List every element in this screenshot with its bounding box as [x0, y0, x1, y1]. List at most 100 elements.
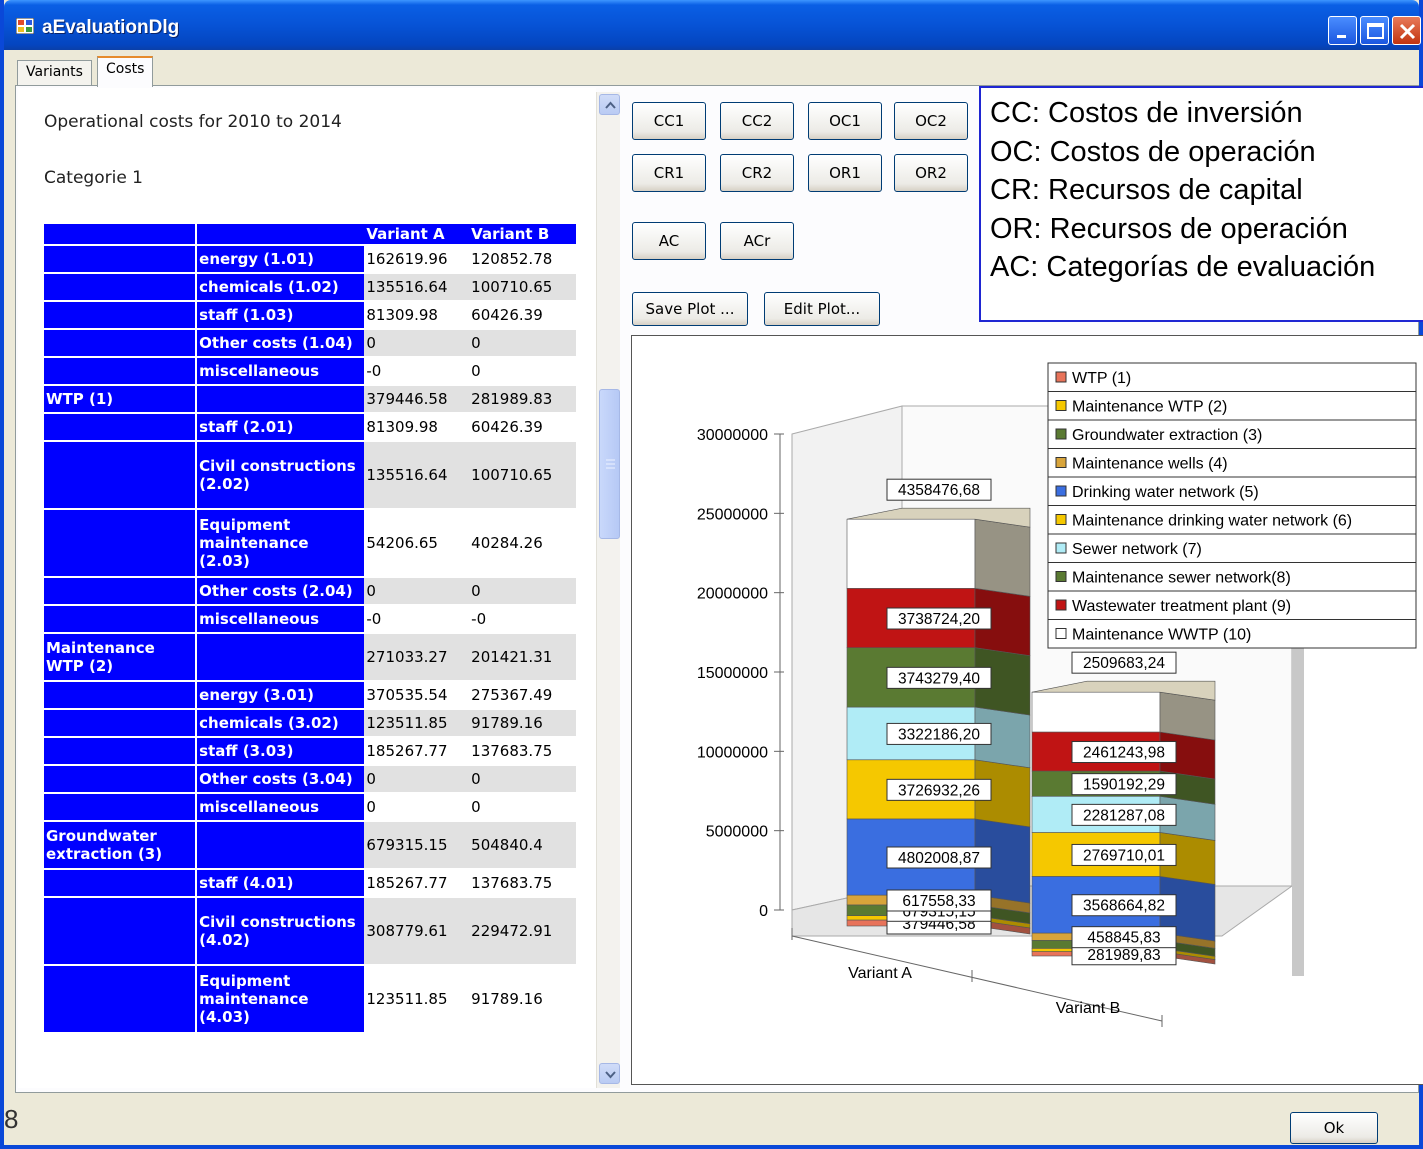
- row-item-cell: miscellaneous: [197, 794, 365, 820]
- row-group-cell: [44, 414, 198, 440]
- legend-swatch: [1055, 485, 1067, 497]
- variant-b-cell: 281989.83: [469, 386, 576, 412]
- variant-a-cell: 370535.54: [366, 686, 448, 704]
- report-heading: Operational costs for 2010 to 2014: [44, 112, 342, 132]
- ok-button[interactable]: Ok: [1290, 1112, 1378, 1144]
- row-group-cell: [44, 710, 198, 736]
- row-group-cell: [44, 966, 198, 1032]
- data-label: 281989,83: [1087, 947, 1160, 964]
- tab-costs[interactable]: Costs: [97, 56, 154, 87]
- table-row: chemicals (1.02) 135516.64 100710.65: [44, 274, 576, 300]
- row-group-cell: [44, 606, 198, 632]
- abbreviation-cc: CC: Costos de inversión: [990, 97, 1303, 129]
- row-item-cell: [197, 386, 365, 412]
- row-item-cell: Equipment maintenance (4.03): [197, 966, 365, 1032]
- row-item-cell: chemicals (1.02): [197, 274, 365, 300]
- row-item-cell: miscellaneous: [197, 606, 365, 632]
- y-tick-label: 30000000: [697, 427, 768, 444]
- edit-plot-button[interactable]: Edit Plot...: [764, 292, 880, 326]
- data-label: 3726932,26: [898, 782, 980, 799]
- variant-a-cell: 81309.98: [366, 418, 438, 436]
- vertical-scrollbar[interactable]: [596, 92, 620, 1088]
- dialog-window: aEvaluationDlg Variants Costs Operationa…: [0, 0, 1423, 1149]
- legend-swatch: [1055, 514, 1067, 525]
- cr2-button[interactable]: CR2: [720, 154, 794, 192]
- costs-report-pane: Operational costs for 2010 to 2014 Categ…: [18, 88, 596, 1088]
- variant-a-cell: 0: [366, 798, 376, 816]
- row-group-cell: [44, 442, 198, 508]
- scroll-down-button[interactable]: [599, 1063, 620, 1084]
- variant-b-cell: 60426.39: [471, 306, 543, 324]
- row-item-cell: staff (1.03): [197, 302, 365, 328]
- variant-a-cell: 379446.58: [364, 386, 470, 412]
- title-bar[interactable]: aEvaluationDlg: [4, 0, 1421, 50]
- variant-a-cell: 162619.96: [366, 250, 448, 268]
- y-tick-label: 10000000: [697, 744, 768, 761]
- row-group-cell: [44, 274, 198, 300]
- variant-a-cell: 185267.77: [366, 742, 448, 760]
- data-label: 4802008,87: [898, 850, 980, 867]
- close-icon: [1399, 23, 1416, 40]
- legend-swatch: [1055, 371, 1067, 383]
- cr1-button[interactable]: CR1: [632, 154, 706, 192]
- category-label: Categorie 1: [44, 168, 143, 188]
- legend-swatch: [1055, 400, 1067, 411]
- abbreviation-oc: OC: Costos de operación: [990, 135, 1316, 168]
- row-item-cell: Civil constructions (4.02): [197, 898, 365, 964]
- table-row: staff (2.01) 81309.98 60426.39: [44, 414, 576, 440]
- data-label: 3738724,20: [898, 611, 980, 628]
- data-label: 2769710,01: [1083, 847, 1165, 864]
- oc2-button[interactable]: OC2: [894, 102, 968, 140]
- variant-a-cell: 135516.64: [364, 274, 470, 300]
- variant-b-cell: -0: [471, 610, 487, 628]
- scroll-thumb[interactable]: [599, 389, 620, 539]
- row-item-cell: [197, 822, 365, 868]
- column-header: [44, 224, 198, 244]
- or2-button[interactable]: OR2: [894, 154, 968, 192]
- stacked-bar-chart: 0 5000000 10000000 15000000 20000000 25000000…: [697, 362, 1417, 1027]
- maximize-button[interactable]: [1360, 16, 1389, 45]
- maximize-icon: [1367, 23, 1384, 39]
- legend-swatch: [1055, 542, 1067, 554]
- legend-swatch: [1055, 457, 1067, 468]
- minimize-button[interactable]: [1328, 16, 1357, 45]
- acr-button[interactable]: ACr: [720, 222, 794, 260]
- cc1-button[interactable]: CC1: [632, 102, 706, 140]
- row-item-cell: [197, 634, 365, 680]
- legend-label: Groundwater extraction (3): [1072, 427, 1262, 444]
- row-group-cell: [44, 302, 198, 328]
- legend-label: Maintenance drinking water network (6): [1072, 513, 1352, 530]
- row-group-cell: [44, 794, 198, 820]
- table-row: Maintenance WTP (2) 271033.27 201421.31: [44, 634, 576, 680]
- variant-a-cell: 271033.27: [364, 634, 470, 680]
- variant-a-cell: -0: [366, 610, 382, 628]
- variant-b-cell: 0: [469, 766, 576, 792]
- cc2-button[interactable]: CC2: [720, 102, 794, 140]
- bar-segment-side: [974, 518, 1031, 597]
- close-button[interactable]: [1392, 16, 1421, 45]
- or1-button[interactable]: OR1: [808, 154, 882, 192]
- costs-table: Variant A Variant B energy (1.01) 162619.…: [44, 222, 576, 1034]
- oc1-button[interactable]: OC1: [808, 102, 882, 140]
- ac-button[interactable]: AC: [632, 222, 706, 260]
- row-group-cell: Groundwater extraction (3): [44, 822, 198, 868]
- abbreviation-ac: AC: Categorías de evaluación: [990, 251, 1376, 283]
- table-row: miscellaneous -0 -0: [44, 606, 576, 632]
- variant-b-cell: 137683.75: [471, 874, 553, 892]
- table-row: energy (1.01) 162619.96 120852.78: [44, 246, 576, 272]
- abbreviation-or: OR: Recursos de operación: [990, 212, 1348, 245]
- save-plot-button[interactable]: Save Plot ...: [632, 292, 748, 326]
- chevron-up-icon: [605, 101, 616, 109]
- variant-b-cell: 0: [469, 578, 576, 604]
- legend-swatch: [1055, 571, 1067, 582]
- column-header-variant-a: Variant A: [364, 224, 470, 244]
- legend-label: Maintenance sewer network(8): [1072, 570, 1291, 587]
- data-label: 3743279,40: [898, 670, 980, 687]
- tab-variants[interactable]: Variants: [17, 60, 92, 86]
- row-item-cell: staff (4.01): [197, 870, 365, 896]
- y-tick-label: 5000000: [706, 824, 768, 841]
- table-row: staff (3.03) 185267.77 137683.75: [44, 738, 576, 764]
- abbreviations-box: CC: Costos de inversión OC: Costos de op…: [979, 86, 1423, 322]
- bar-segment: [846, 518, 976, 589]
- scroll-up-button[interactable]: [599, 94, 620, 115]
